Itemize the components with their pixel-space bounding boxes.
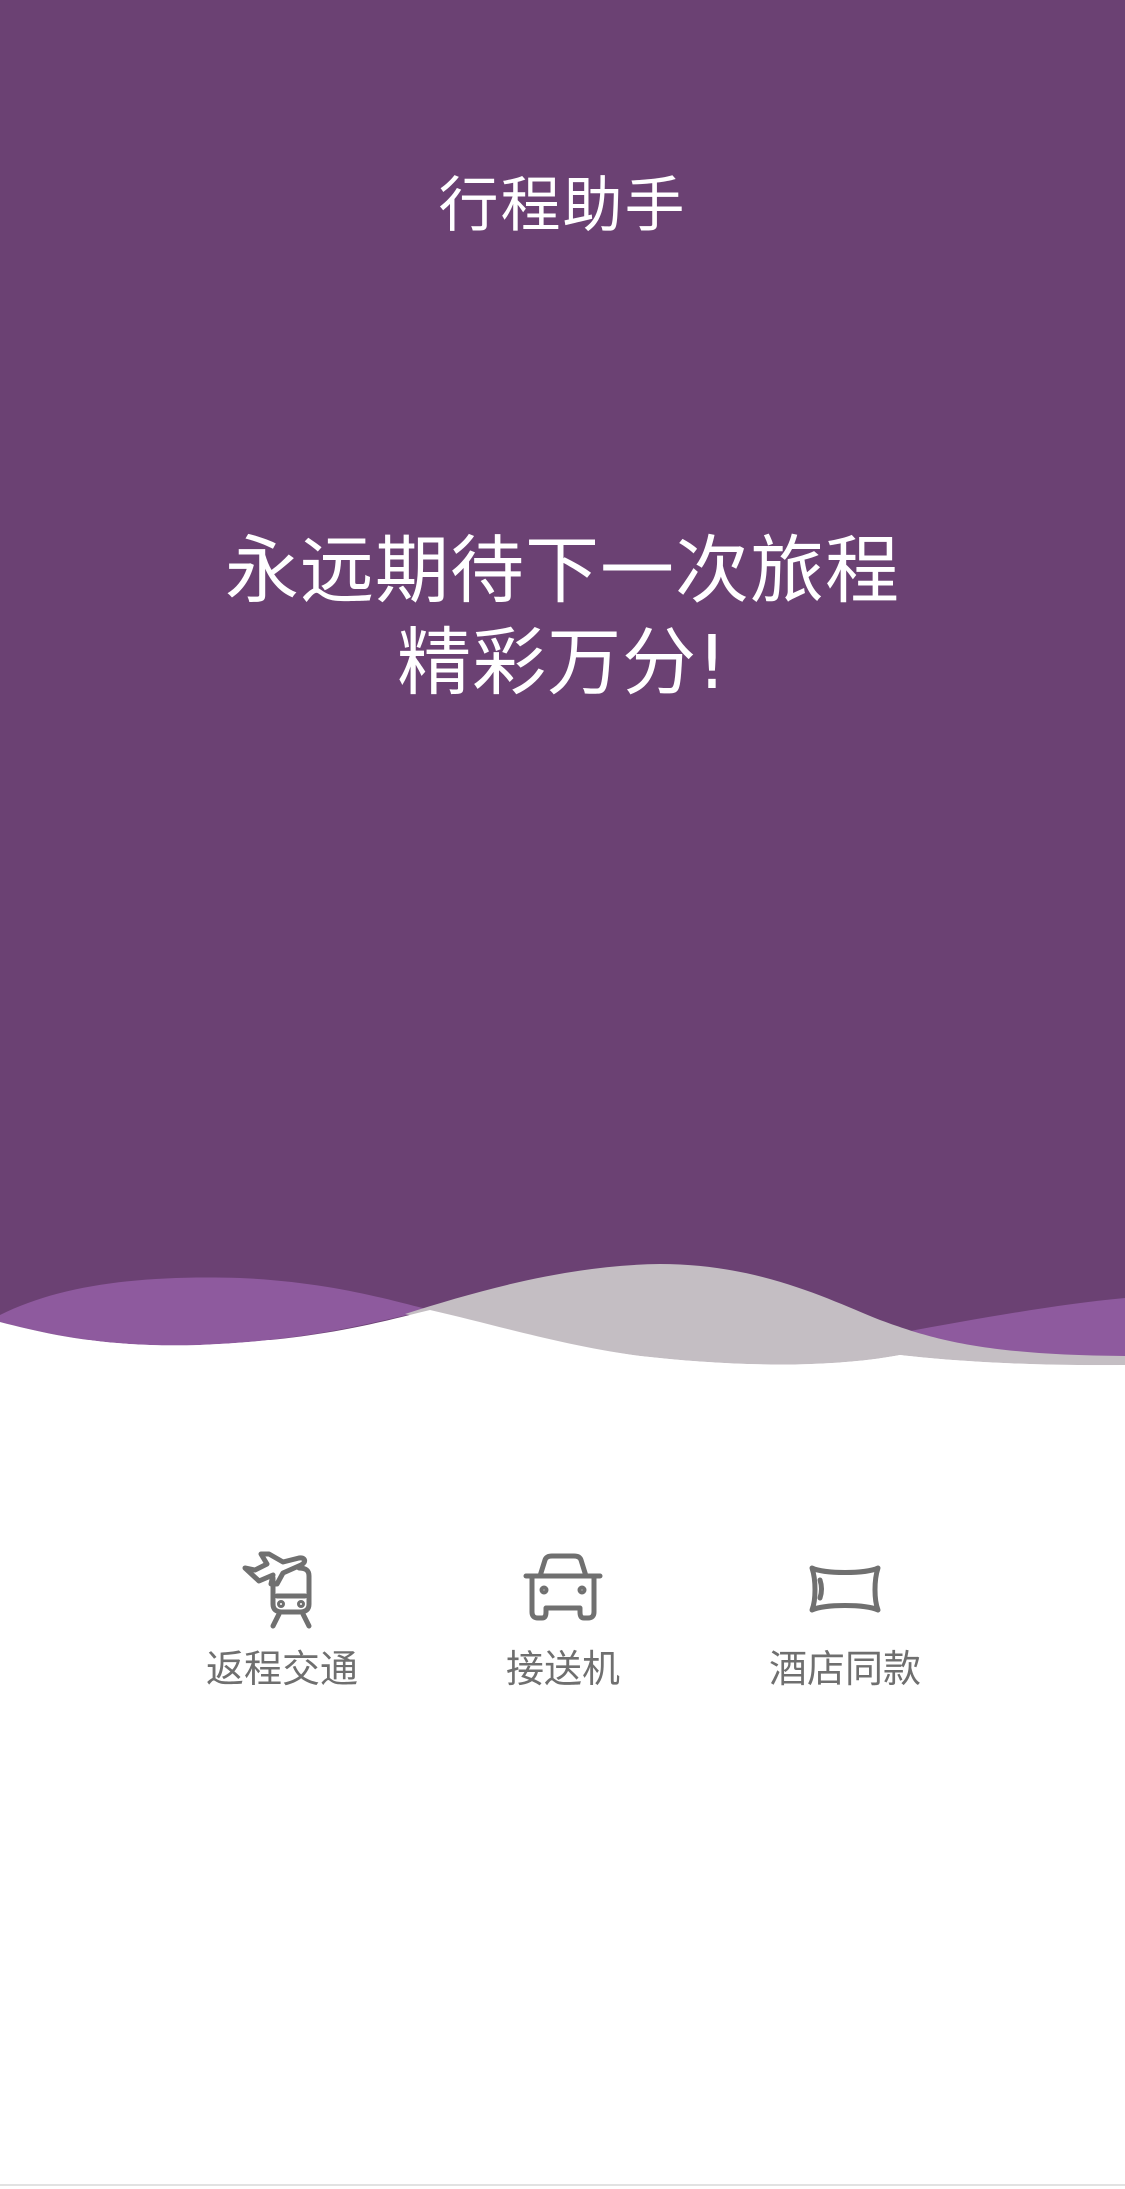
service-label-return-transport: 返程交通: [205, 1647, 358, 1691]
slogan-line-2: 精彩万分!: [397, 620, 728, 706]
bottom-divider: [0, 2184, 1125, 2186]
service-label-hotel-same-style: 酒店同款: [768, 1647, 921, 1691]
slogan-line-1: 永远期待下一次旅程: [225, 528, 900, 614]
airport-transfer-button[interactable]: 接送机: [453, 1548, 673, 1708]
hero-wave-decoration: [0, 1264, 1125, 1400]
page-title: 行程助手: [438, 171, 687, 241]
return-transport-button[interactable]: 返程交通: [172, 1548, 392, 1708]
pillow-icon: [809, 1565, 881, 1613]
plane-train-icon: [242, 1551, 312, 1629]
service-label-airport-transfer: 接送机: [505, 1647, 620, 1691]
service-shortcuts: 返程交通 接送机 酒店同款: [0, 1548, 1125, 1708]
screen: 行程助手 永远期待下一次旅程 精彩万分! 返程交通 接送机 酒店同款: [0, 0, 1125, 2189]
car-icon: [523, 1553, 603, 1621]
hero-slogan: 永远期待下一次旅程 精彩万分!: [0, 525, 1125, 709]
hotel-same-style-button[interactable]: 酒店同款: [735, 1548, 955, 1708]
